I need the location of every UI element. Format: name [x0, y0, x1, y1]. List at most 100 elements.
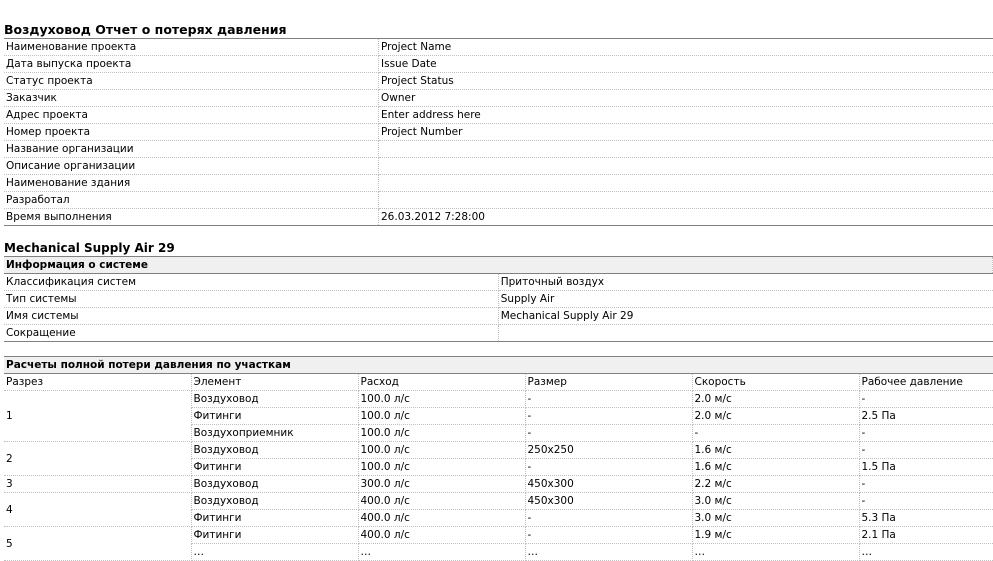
field-label: Классификация систем: [4, 274, 498, 291]
pressure-cell: …: [859, 544, 993, 561]
element-cell: Фитинги: [191, 408, 358, 425]
project-info-row: ЗаказчикOwner: [4, 90, 993, 107]
velocity-cell: -: [692, 425, 859, 442]
pressure-cell: -: [859, 425, 993, 442]
velocity-cell: 3.0 м/с: [692, 510, 859, 527]
field-label: Номер проекта: [4, 124, 379, 141]
system-info-row: Сокращение: [4, 325, 993, 342]
size-cell: 250x250: [525, 442, 692, 459]
calc-row: 2Воздуховод100.0 л/с250x2501.6 м/с-: [4, 442, 993, 459]
size-cell: -: [525, 510, 692, 527]
project-info-row: Время выполнения26.03.2012 7:28:00: [4, 209, 993, 226]
system-info-row: Тип системыSupply Air: [4, 291, 993, 308]
field-label: Наименование здания: [4, 175, 379, 192]
column-header: Рабочее давление: [859, 374, 993, 391]
flow-cell: 100.0 л/с: [358, 408, 525, 425]
velocity-cell: 3.0 м/с: [692, 493, 859, 510]
field-label: Время выполнения: [4, 209, 379, 226]
field-value: Issue Date: [379, 56, 993, 73]
pressure-cell: -: [859, 493, 993, 510]
pressure-cell: -: [859, 442, 993, 459]
pressure-cell: 5.3 Па: [859, 510, 993, 527]
column-header: Элемент: [191, 374, 358, 391]
field-value: [379, 192, 993, 209]
project-info-row: Адрес проектаEnter address here: [4, 107, 993, 124]
calc-row: 4Воздуховод400.0 л/с450x3003.0 м/с-: [4, 493, 993, 510]
field-value: Project Number: [379, 124, 993, 141]
column-header: Разрез: [4, 374, 191, 391]
field-label: Статус проекта: [4, 73, 379, 90]
flow-cell: …: [358, 544, 525, 561]
element-cell: Воздуховод: [191, 493, 358, 510]
size-cell: -: [525, 425, 692, 442]
size-cell: -: [525, 527, 692, 544]
field-label: Описание организации: [4, 158, 379, 175]
pressure-cell: 1.5 Па: [859, 459, 993, 476]
calc-header-row: Расчеты полной потери давления по участк…: [4, 357, 993, 374]
pressure-loss-table: Расчеты полной потери давления по участк…: [4, 356, 993, 561]
project-info-row: Разработал: [4, 192, 993, 209]
element-cell: Фитинги: [191, 510, 358, 527]
project-info-row: Дата выпуска проектаIssue Date: [4, 56, 993, 73]
element-cell: …: [191, 544, 358, 561]
pressure-cell: 2.1 Па: [859, 527, 993, 544]
element-cell: Воздуховод: [191, 391, 358, 408]
field-label: Имя системы: [4, 308, 498, 325]
velocity-cell: …: [692, 544, 859, 561]
field-value: [379, 158, 993, 175]
calc-header: Расчеты полной потери давления по участк…: [4, 357, 993, 374]
flow-cell: 100.0 л/с: [358, 425, 525, 442]
velocity-cell: 2.0 м/с: [692, 391, 859, 408]
size-cell: …: [525, 544, 692, 561]
velocity-cell: 2.2 м/с: [692, 476, 859, 493]
flow-cell: 300.0 л/с: [358, 476, 525, 493]
system-info-row: Классификация системПриточный воздух: [4, 274, 993, 291]
section-cell: 3: [4, 476, 191, 493]
field-label: Заказчик: [4, 90, 379, 107]
project-info-row: Название организации: [4, 141, 993, 158]
flow-cell: 100.0 л/с: [358, 442, 525, 459]
flow-cell: 400.0 л/с: [358, 510, 525, 527]
size-cell: -: [525, 408, 692, 425]
flow-cell: 100.0 л/с: [358, 459, 525, 476]
project-info-row: Наименование проектаProject Name: [4, 39, 993, 56]
calc-row: 5Фитинги400.0 л/с-1.9 м/с2.1 Па: [4, 527, 993, 544]
pressure-cell: -: [859, 476, 993, 493]
field-label: Дата выпуска проекта: [4, 56, 379, 73]
size-cell: 450x300: [525, 493, 692, 510]
field-value: 26.03.2012 7:28:00: [379, 209, 993, 226]
field-value: Supply Air: [498, 291, 992, 308]
section-cell: 1: [4, 391, 191, 442]
velocity-cell: 2.0 м/с: [692, 408, 859, 425]
flow-cell: 400.0 л/с: [358, 493, 525, 510]
section-cell: 4: [4, 493, 191, 527]
field-value: [379, 175, 993, 192]
size-cell: 450x300: [525, 476, 692, 493]
column-header: Скорость: [692, 374, 859, 391]
system-info-table: Информация о системе Классификация систе…: [4, 256, 993, 342]
system-info-row: Имя системыMechanical Supply Air 29: [4, 308, 993, 325]
project-info-row: Номер проектаProject Number: [4, 124, 993, 141]
element-cell: Воздуховод: [191, 476, 358, 493]
field-value: Приточный воздух: [498, 274, 992, 291]
element-cell: Фитинги: [191, 459, 358, 476]
field-value: Mechanical Supply Air 29: [498, 308, 992, 325]
column-header: Расход: [358, 374, 525, 391]
report-title: Воздуховод Отчет о потерях давления: [4, 22, 287, 37]
project-info-row: Статус проектаProject Status: [4, 73, 993, 90]
velocity-cell: 1.6 м/с: [692, 442, 859, 459]
element-cell: Воздухоприемник: [191, 425, 358, 442]
field-label: Название организации: [4, 141, 379, 158]
field-label: Сокращение: [4, 325, 498, 342]
system-title: Mechanical Supply Air 29: [4, 241, 175, 255]
size-cell: -: [525, 459, 692, 476]
column-header: Размер: [525, 374, 692, 391]
size-cell: -: [525, 391, 692, 408]
project-info-table: Наименование проектаProject NameДата вып…: [4, 38, 993, 226]
section-cell: 5: [4, 527, 191, 561]
pressure-cell: 2.5 Па: [859, 408, 993, 425]
field-label: Наименование проекта: [4, 39, 379, 56]
pressure-cell: -: [859, 391, 993, 408]
field-label: Адрес проекта: [4, 107, 379, 124]
field-value: Project Name: [379, 39, 993, 56]
